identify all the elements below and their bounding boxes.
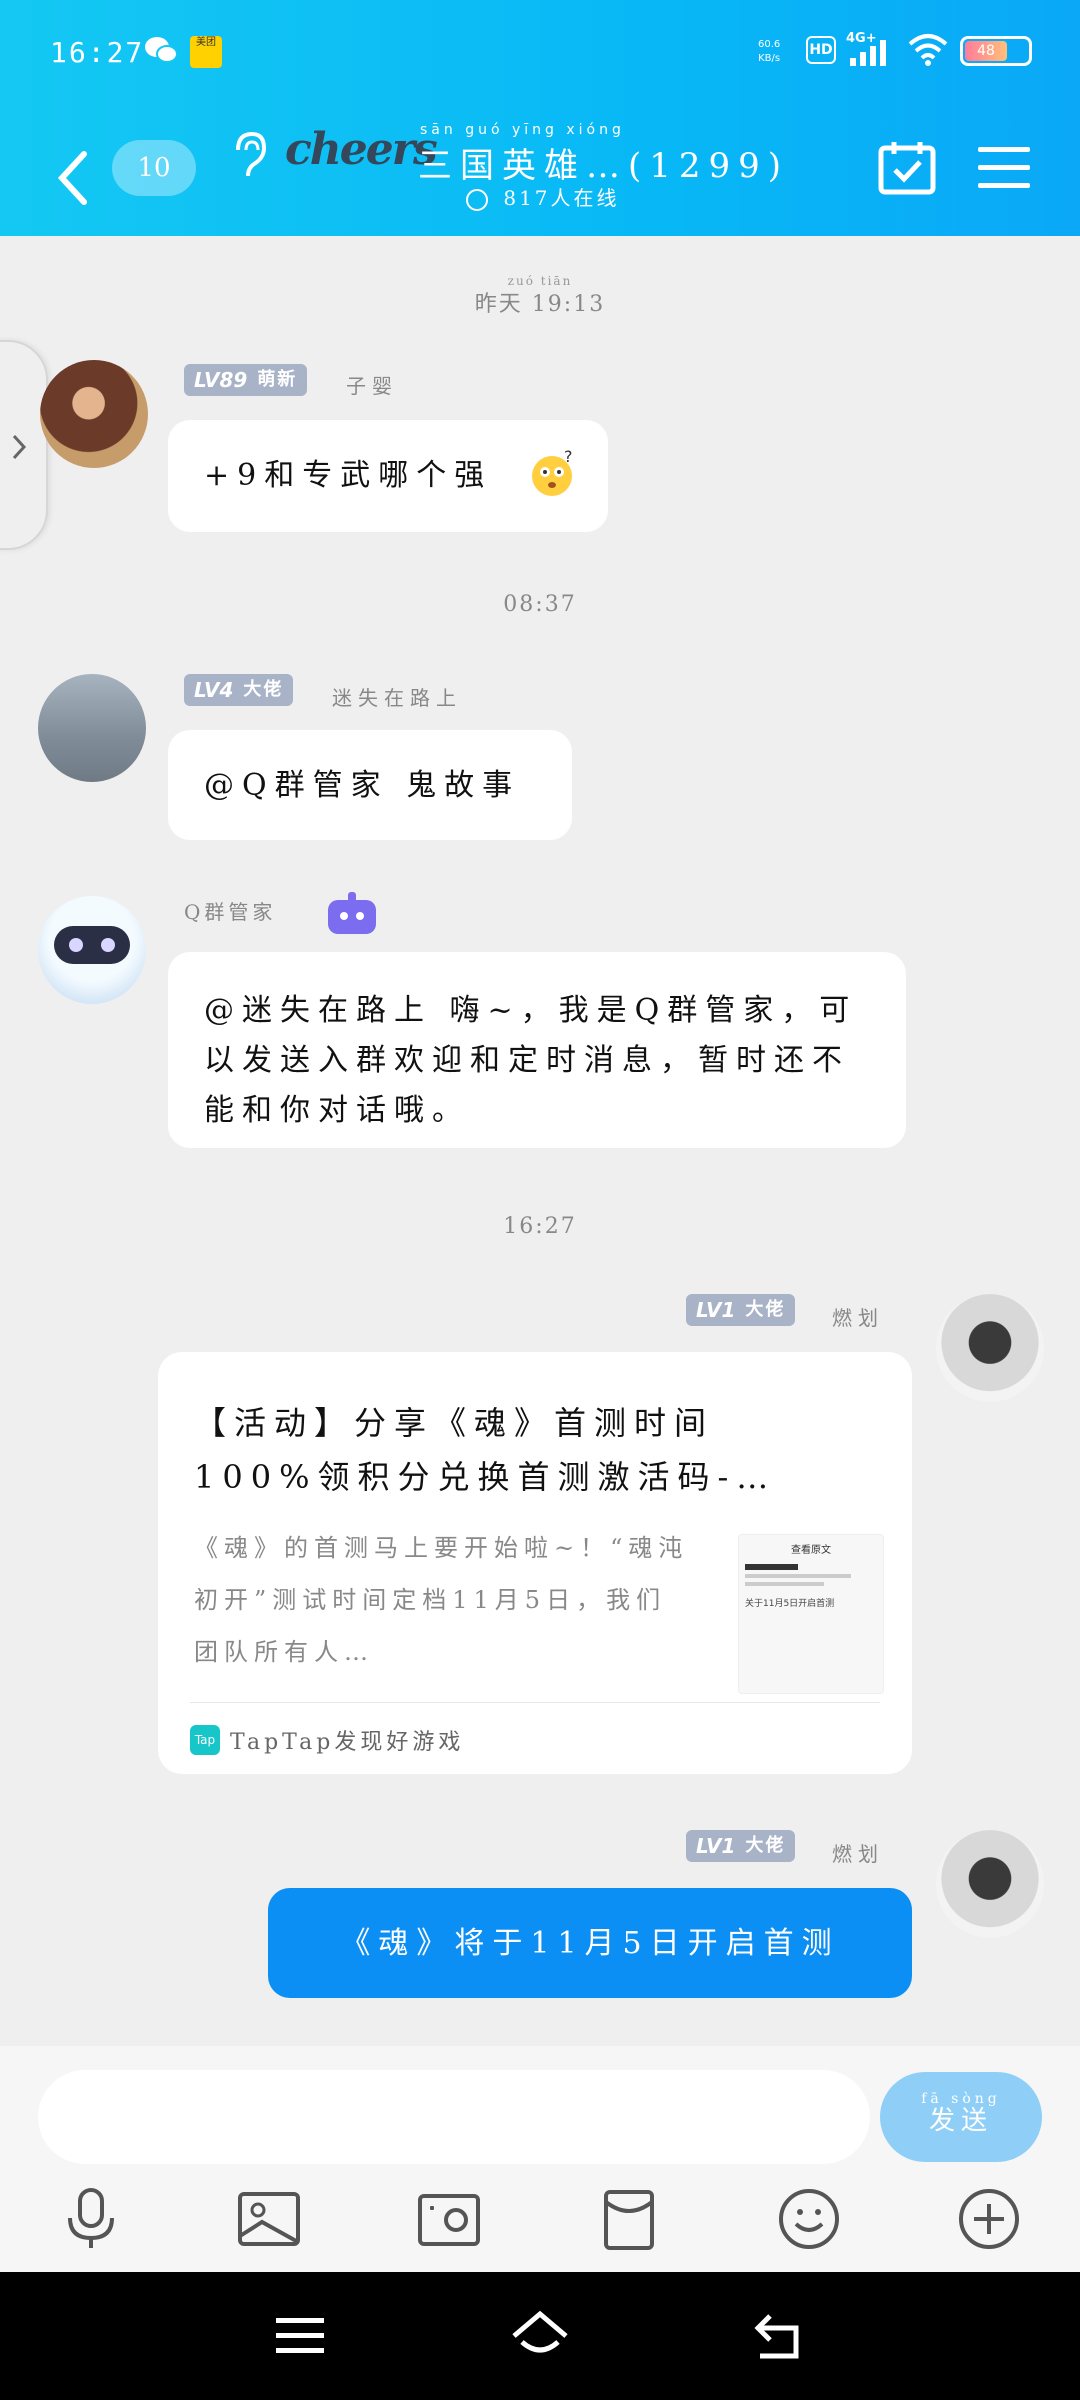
image-icon[interactable] [236,2186,302,2252]
sender-name[interactable]: 燃划 [832,1302,884,1331]
back-arrow-icon[interactable] [54,148,94,208]
message-input[interactable] [38,2070,870,2164]
emoji-icon[interactable] [776,2186,842,2252]
divider [190,1702,880,1703]
message-bubble[interactable]: @迷失在路上 嗨~，我是Q群管家，可以发送入群欢迎和定时消息，暂时还不能和你对话… [168,952,906,1148]
sender-name[interactable]: 迷失在路上 [332,682,462,711]
menu-icon[interactable] [270,2306,330,2366]
calendar-check-icon[interactable] [878,140,936,196]
microphone-icon[interactable] [58,2186,124,2252]
message-bubble[interactable]: @Q群管家 鬼故事 [168,730,572,840]
avatar[interactable] [38,674,146,782]
avatar[interactable] [936,1294,1044,1402]
sender-name[interactable]: Q群管家 [184,896,276,925]
wechat-icon [145,37,178,63]
robot-face-icon [54,926,130,964]
chat-list[interactable]: zuó tiān 昨天 19:13 LV89 萌新 子婴 +9和专武哪个强 ? … [0,236,1080,2046]
timestamp: 08:37 [503,592,577,617]
level-badge: LV89 萌新 [184,364,308,396]
net-speed: 60.6 KB/s [758,39,781,64]
top-area: 16:27 美团 60.6 KB/s HD 4G+ 48 10 cheers s… [0,0,1080,236]
send-button[interactable]: fā sòng 发送 [880,2072,1042,2162]
chat-header: 10 cheers sān guó yīng xióng 三国英雄…(1299)… [0,110,1080,236]
level-badge: LV4 大佬 [184,674,294,706]
cellular-signal-icon: 4G+ [846,31,886,66]
back-icon[interactable] [750,2306,810,2366]
group-title[interactable]: sān guó yīng xióng 三国英雄…(1299) [418,122,789,187]
share-card[interactable]: 【活动】分享《魂》首测时间100%领积分兑换首测激活码-… 《魂》的首测马上要开… [158,1352,912,1774]
svg-text:?: ? [564,450,578,466]
camera-icon[interactable] [416,2186,482,2252]
share-card-description: 《魂》的首测马上要开始啦~！“魂沌初开”测试时间定档11月5日，我们团队所有人… [194,1534,689,1666]
level-badge: LV1 大佬 [686,1830,796,1862]
menu-icon[interactable] [976,144,1032,190]
share-card-source: Tap TapTap发现好游戏 [190,1724,464,1756]
chevron-right-icon [12,434,27,460]
timestamp: zuó tiān 昨天 19:13 [474,274,606,317]
message-bubble[interactable]: +9和专武哪个强 ? [168,420,608,532]
message-bubble-mine[interactable]: 《魂》将于11月5日开启首测 [268,1888,912,1998]
home-icon[interactable] [510,2306,570,2366]
battery-icon: 48 [960,36,1032,66]
input-toolbar [0,2186,1080,2272]
wifi-icon [908,34,948,66]
side-drawer-handle[interactable] [0,340,48,550]
avatar[interactable] [936,1830,1044,1938]
system-nav-bar [0,2272,1080,2400]
share-card-thumbnail: 查看原文 关于11月5日开启首测 [738,1534,884,1694]
meituan-icon: 美团 [190,36,222,68]
online-count: 817人在线 [466,182,620,211]
thinking-emoji-icon: ? [532,450,578,496]
status-bar: 16:27 美团 60.6 KB/s HD 4G+ 48 [0,0,1080,110]
input-bar: fā sòng 发送 [0,2046,1080,2186]
red-envelope-icon[interactable] [596,2186,662,2252]
timestamp: 16:27 [503,1214,577,1239]
plus-icon[interactable] [956,2186,1022,2252]
share-card-title: 【活动】分享《魂》首测时间100%领积分兑换首测激活码-… [194,1404,777,1496]
group-logo: cheers [285,124,438,175]
level-badge: LV1 大佬 [686,1294,796,1326]
sender-name[interactable]: 子婴 [346,370,398,399]
unread-count-badge[interactable]: 10 [112,140,196,196]
svg-text:4G+: 4G+ [846,31,877,46]
avatar[interactable] [40,360,148,468]
chevron-down-icon[interactable] [466,188,488,211]
hd-icon: HD [806,36,836,64]
avatar[interactable] [38,896,146,1004]
sender-name[interactable]: 燃划 [832,1838,884,1867]
ear-mode-icon[interactable] [230,130,268,180]
status-time: 16:27 [50,36,145,69]
robot-icon [328,892,376,934]
taptap-icon: Tap [190,1725,220,1755]
